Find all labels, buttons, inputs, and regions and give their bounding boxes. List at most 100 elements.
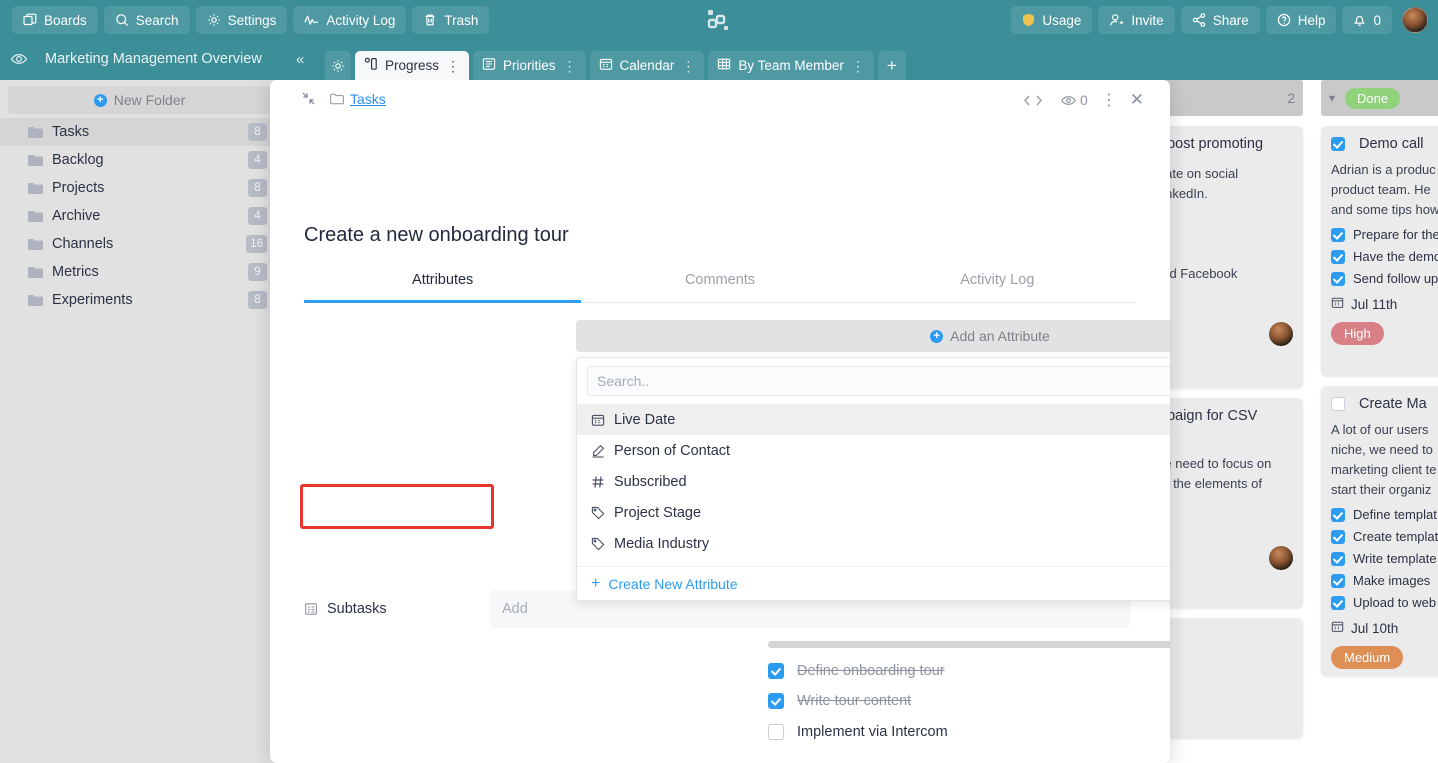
tab-comments[interactable]: Comments [581, 264, 858, 302]
tab-progress[interactable]: Progress ⋮ [355, 51, 470, 80]
sidebar-item-archive[interactable]: Archive 4 [0, 202, 279, 230]
card-subtask[interactable]: Have the demo [1331, 249, 1438, 264]
card-subtask[interactable]: Upload to web [1331, 595, 1438, 610]
subtask-checkbox[interactable] [1331, 271, 1345, 286]
card-complete-checkbox[interactable] [1331, 397, 1345, 411]
modal-more-menu-icon[interactable]: ⋮ [1101, 90, 1117, 110]
user-avatar[interactable] [1402, 7, 1428, 33]
tab-calendar[interactable]: Calendar ⋮ [589, 51, 705, 80]
folder-icon [28, 266, 43, 279]
sidebar-item-backlog[interactable]: Backlog 4 [0, 146, 279, 174]
tab-by-team-member[interactable]: By Team Member ⋮ [708, 51, 874, 80]
tab-activity-log[interactable]: Activity Log [859, 264, 1136, 302]
subtask-checkbox[interactable] [768, 724, 784, 740]
card-due-date: Jul 11th [1331, 296, 1438, 312]
sidebar-item-projects[interactable]: Projects 8 [0, 174, 279, 202]
notifications-button[interactable]: 0 [1342, 6, 1392, 34]
subtask-checkbox[interactable] [1331, 551, 1345, 566]
subtask-checkbox[interactable] [1331, 507, 1345, 522]
prev-next-navigation[interactable] [1022, 94, 1048, 107]
table-icon [717, 57, 731, 74]
subtask-item[interactable]: Write tour content [768, 693, 911, 709]
new-folder-label: New Folder [113, 92, 186, 108]
attribute-option-media-industry[interactable]: Media Industry [577, 528, 1170, 559]
board-card[interactable]: Demo call Adrian is a produc product tea… [1321, 126, 1438, 376]
view-count-label: 0 [1079, 92, 1088, 108]
tab-priorities[interactable]: Priorities ⋮ [473, 51, 586, 80]
sidebar-item-channels[interactable]: Channels 16 [0, 230, 279, 258]
view-count[interactable]: 0 [1061, 92, 1088, 108]
calendar-icon [1331, 620, 1344, 636]
card-title: Create Ma [1359, 396, 1427, 412]
create-new-attribute-button[interactable]: + Create New Attribute [577, 566, 1170, 600]
board-settings-gear-icon[interactable] [325, 51, 351, 80]
subtasks-progress: 67% [768, 636, 1170, 652]
plus-circle-icon: + [930, 329, 944, 343]
card-avatar[interactable] [1269, 322, 1293, 346]
attribute-option-person-of-contact[interactable]: Person of Contact [577, 435, 1170, 466]
search-button[interactable]: Search [103, 6, 190, 34]
subtask-label: Upload to web [1353, 595, 1437, 610]
activity-log-button[interactable]: Activity Log [293, 6, 407, 34]
trash-label: Trash [444, 12, 479, 28]
subtask-checkbox[interactable] [1331, 595, 1345, 610]
collapse-sidebar-button[interactable]: « [296, 51, 304, 68]
subtask-checkbox[interactable] [1331, 573, 1345, 588]
tab-priorities-menu-icon[interactable]: ⋮ [563, 59, 577, 73]
subtasks-add-placeholder: Add [502, 601, 528, 617]
subtask-label: Define onboarding tour [797, 663, 945, 679]
tab-by-team-member-menu-icon[interactable]: ⋮ [851, 59, 865, 73]
share-button[interactable]: Share [1180, 6, 1260, 34]
card-avatar[interactable] [1269, 546, 1293, 570]
subtask-label: Prepare for the [1353, 227, 1438, 242]
sidebar-item-metrics[interactable]: Metrics 9 [0, 258, 279, 286]
subtask-checkbox[interactable] [1331, 529, 1345, 544]
usage-label: Usage [1042, 12, 1082, 28]
usage-button[interactable]: Usage [1011, 6, 1093, 34]
boards-button[interactable]: Boards [12, 6, 98, 34]
card-subtask[interactable]: Create templat [1331, 529, 1438, 544]
add-view-button[interactable]: + [877, 51, 906, 80]
folder-label: Archive [52, 208, 101, 224]
visibility-eye-icon[interactable] [10, 50, 28, 73]
trash-button[interactable]: Trash [412, 6, 490, 34]
tab-calendar-menu-icon[interactable]: ⋮ [681, 59, 695, 73]
help-button[interactable]: Help [1265, 6, 1337, 34]
subtask-item[interactable]: Define onboarding tour [768, 663, 945, 679]
attribute-option-live-date[interactable]: Live Date [577, 404, 1170, 435]
sidebar-item-tasks[interactable]: Tasks 8 [0, 118, 279, 146]
settings-button[interactable]: Settings [195, 6, 288, 34]
sidebar-item-experiments[interactable]: Experiments 8 [0, 286, 279, 314]
new-folder-button[interactable]: + New Folder [8, 86, 271, 114]
board-card[interactable]: Create Ma A lot of our users niche, we n… [1321, 386, 1438, 676]
subtask-checkbox[interactable] [768, 693, 784, 709]
card-subtask[interactable]: Send follow up [1331, 271, 1438, 286]
card-subtask[interactable]: Make images [1331, 573, 1438, 588]
option-label: Subscribed [614, 473, 687, 490]
attribute-option-project-stage[interactable]: Project Stage [577, 497, 1170, 528]
attribute-option-subscribed[interactable]: Subscribed [577, 466, 1170, 497]
card-subtask[interactable]: Write template [1331, 551, 1438, 566]
expand-collapse-icon[interactable] [302, 92, 315, 110]
folder-icon [28, 182, 43, 195]
share-icon [1192, 13, 1206, 27]
card-body-line: plate on social [1155, 166, 1239, 181]
priority-badge: Medium [1331, 646, 1404, 669]
subtask-checkbox[interactable] [768, 663, 784, 679]
chevron-down-icon[interactable]: ▾ [1329, 91, 1335, 105]
card-subtask[interactable]: Define templat [1331, 507, 1438, 522]
breadcrumb-folder-link[interactable]: Tasks [350, 91, 386, 107]
add-attribute-button[interactable]: + Add an Attribute [576, 320, 1170, 352]
card-subtask[interactable]: Prepare for the [1331, 227, 1438, 242]
close-icon[interactable]: ✕ [1130, 90, 1144, 110]
subtask-checkbox[interactable] [1331, 249, 1345, 264]
search-input[interactable] [587, 366, 1170, 396]
subtask-item[interactable]: Implement via Intercom [768, 724, 948, 740]
card-complete-checkbox[interactable] [1331, 137, 1345, 151]
tab-progress-menu-icon[interactable]: ⋮ [446, 59, 460, 73]
invite-button[interactable]: Invite [1098, 6, 1175, 34]
subtasks-label-text: Subtasks [327, 601, 387, 617]
tab-attributes[interactable]: Attributes [304, 264, 582, 303]
subtask-label: Create templat [1353, 529, 1438, 544]
subtask-checkbox[interactable] [1331, 227, 1345, 242]
